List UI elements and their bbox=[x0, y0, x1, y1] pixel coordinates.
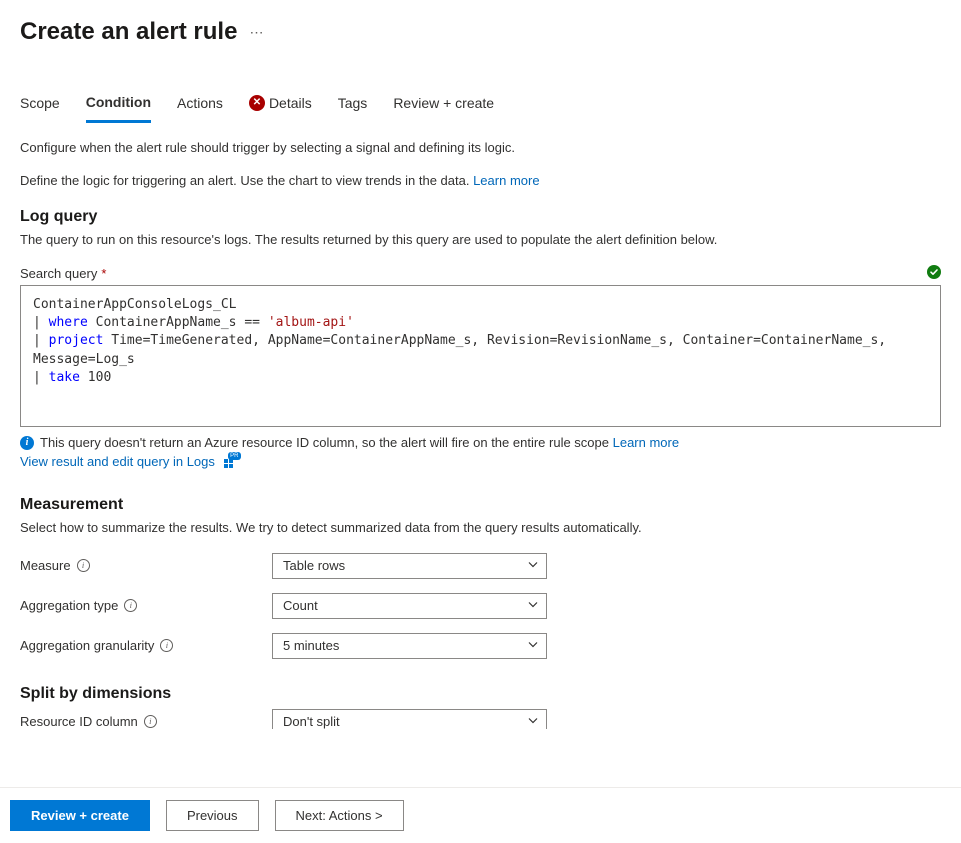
view-result-link[interactable]: View result and edit query in Logs bbox=[20, 454, 215, 469]
agg-type-label: Aggregation type i bbox=[20, 598, 272, 613]
tab-scope[interactable]: Scope bbox=[20, 94, 60, 122]
info-icon: i bbox=[20, 436, 34, 450]
resource-id-label: Resource ID column i bbox=[20, 714, 272, 729]
next-button[interactable]: Next: Actions > bbox=[275, 800, 404, 831]
measurement-heading: Measurement bbox=[20, 496, 941, 514]
page-title: Create an alert rule bbox=[20, 18, 237, 46]
tab-details[interactable]: ✕ Details bbox=[249, 94, 312, 122]
preview-icon: PR bbox=[223, 456, 237, 470]
info-outline-icon[interactable]: i bbox=[160, 639, 173, 652]
measurement-sub: Select how to summarize the results. We … bbox=[20, 520, 941, 535]
split-heading: Split by dimensions bbox=[20, 685, 941, 703]
agg-gran-select[interactable]: 5 minutes bbox=[272, 633, 547, 659]
agg-type-select[interactable]: Count bbox=[272, 593, 547, 619]
review-create-button[interactable]: Review + create bbox=[10, 800, 150, 831]
agg-gran-label: Aggregation granularity i bbox=[20, 638, 272, 653]
footer-bar: Review + create Previous Next: Actions > bbox=[0, 787, 961, 843]
tab-condition[interactable]: Condition bbox=[86, 94, 151, 123]
info-outline-icon[interactable]: i bbox=[124, 599, 137, 612]
intro-text-1: Configure when the alert rule should tri… bbox=[20, 140, 941, 155]
query-editor[interactable]: ContainerAppConsoleLogs_CL | where Conta… bbox=[20, 285, 941, 427]
learn-more-link[interactable]: Learn more bbox=[473, 173, 539, 188]
info-outline-icon[interactable]: i bbox=[144, 715, 157, 728]
query-info-row: i This query doesn't return an Azure res… bbox=[20, 435, 941, 450]
valid-check-icon bbox=[927, 265, 941, 282]
search-query-label: Search query* bbox=[20, 266, 106, 281]
query-info-learn-more-link[interactable]: Learn more bbox=[613, 435, 679, 450]
tab-actions[interactable]: Actions bbox=[177, 94, 223, 122]
info-outline-icon[interactable]: i bbox=[77, 559, 90, 572]
log-query-heading: Log query bbox=[20, 208, 941, 226]
intro-text-2: Define the logic for triggering an alert… bbox=[20, 173, 941, 188]
previous-button[interactable]: Previous bbox=[166, 800, 259, 831]
tab-tags[interactable]: Tags bbox=[338, 94, 368, 122]
measure-select[interactable]: Table rows bbox=[272, 553, 547, 579]
tab-review[interactable]: Review + create bbox=[393, 94, 494, 122]
log-query-sub: The query to run on this resource's logs… bbox=[20, 232, 941, 247]
error-badge-icon: ✕ bbox=[249, 95, 265, 111]
more-icon[interactable]: ⋯ bbox=[249, 24, 263, 41]
tab-bar: Scope Condition Actions ✕ Details Tags R… bbox=[20, 94, 941, 122]
measure-label: Measure i bbox=[20, 558, 272, 573]
resource-id-select[interactable]: Don't split bbox=[272, 709, 547, 729]
